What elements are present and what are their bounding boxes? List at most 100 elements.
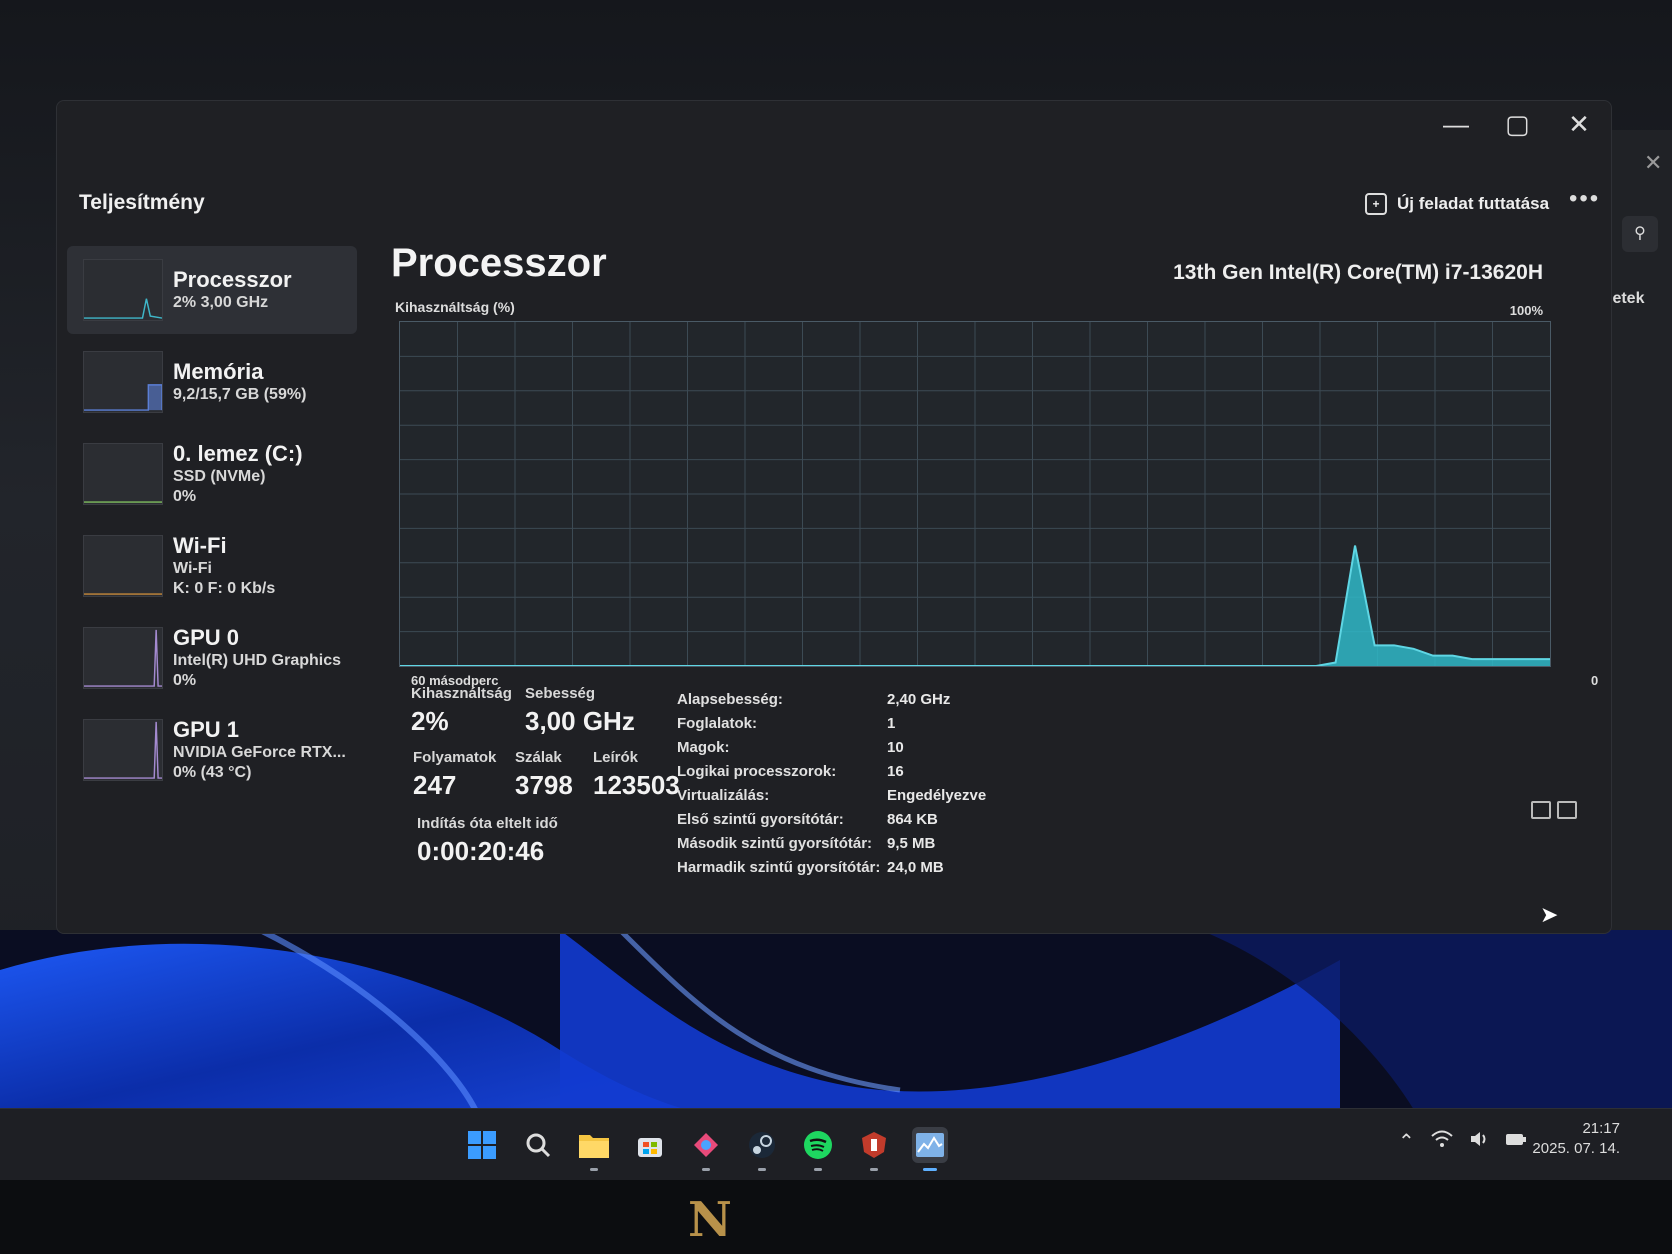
sidebar-thumbnail xyxy=(83,351,163,413)
taskbar-clock[interactable]: 21:17 2025. 07. 14. xyxy=(1530,1119,1620,1159)
sidebar-item-title: Wi-Fi xyxy=(173,533,227,558)
spec-value: 864 KB xyxy=(887,810,938,828)
security-app-icon[interactable] xyxy=(856,1127,892,1171)
minimize-button[interactable]: — xyxy=(1443,109,1469,140)
run-new-task-button[interactable]: + Új feladat futtatása xyxy=(1365,193,1549,215)
background-window-label: letek xyxy=(1608,290,1645,307)
task-manager-taskbar-icon[interactable] xyxy=(912,1127,948,1171)
cpu-model-name: 13th Gen Intel(R) Core(TM) i7-13620H xyxy=(1173,261,1543,284)
sidebar-thumbnail xyxy=(83,719,163,781)
sidebar-item-detail: 0% xyxy=(173,672,197,689)
usage-stat: Kihasználtság 2% xyxy=(411,685,512,737)
sidebar-sparkline xyxy=(84,298,162,319)
spec-row: Foglalatok: 1 xyxy=(677,711,986,735)
spec-value: 2,40 GHz xyxy=(887,690,951,708)
spec-row: Magok: 10 xyxy=(677,735,986,759)
spec-key: Foglalatok: xyxy=(677,714,758,732)
sidebar-item-title: Memória xyxy=(173,359,264,384)
sidebar-item-detail: Wi-Fi xyxy=(173,560,212,577)
sidebar-item-2[interactable]: 0. lemez (C:) SSD (NVMe) 0% xyxy=(67,430,357,518)
cpu-usage-graph xyxy=(399,321,1551,667)
sidebar-item-detail: SSD (NVMe) xyxy=(173,468,266,485)
sidebar-item-4[interactable]: GPU 0 Intel(R) UHD Graphics 0% xyxy=(67,614,357,702)
clock-date: 2025. 07. 14. xyxy=(1532,1140,1620,1157)
spec-key: Második szintű gyorsítótár: xyxy=(677,834,873,852)
sidebar-sparkline xyxy=(84,629,162,687)
threads-stat: Szálak 3798 xyxy=(515,749,573,801)
sidebar-item-title: GPU 0 xyxy=(173,625,240,650)
steam-icon[interactable] xyxy=(744,1127,780,1171)
sidebar-item-0[interactable]: Processzor 2% 3,00 GHz xyxy=(67,246,357,334)
sidebar-thumbnail xyxy=(83,443,163,505)
monitor-bezel xyxy=(0,1180,1672,1254)
sidebar-sparkline xyxy=(84,384,162,411)
sidebar-item-detail: 9,2/15,7 GB (59%) xyxy=(173,386,307,403)
handles-stat: Leírók 123503 xyxy=(593,749,680,801)
processes-label: Folyamatok xyxy=(413,749,497,766)
sidebar-item-title: 0. lemez (C:) xyxy=(173,441,303,466)
taskbar-apps xyxy=(464,1127,948,1171)
page-title: Teljesítmény xyxy=(79,191,205,214)
store-icon[interactable] xyxy=(632,1127,668,1163)
spec-key: Harmadik szintű gyorsítótár: xyxy=(677,858,881,876)
background-window-search-icon[interactable]: ⚲ xyxy=(1622,216,1658,252)
speed-value: 3,00 GHz xyxy=(525,706,635,736)
sidebar-thumbnail xyxy=(83,259,163,321)
spotify-icon[interactable] xyxy=(800,1127,836,1171)
graph-max-label: 100% xyxy=(1509,303,1543,318)
sidebar-item-text: Processzor 2% 3,00 GHz xyxy=(173,267,292,313)
spec-row: Alapsebesség: 2,40 GHz xyxy=(677,687,986,711)
sidebar-item-1[interactable]: Memória 9,2/15,7 GB (59%) xyxy=(67,338,357,426)
mouse-cursor-icon: ➤ xyxy=(1540,902,1559,927)
spec-value: 9,5 MB xyxy=(887,834,936,852)
game-launcher-icon[interactable] xyxy=(688,1127,724,1171)
background-window-close-icon[interactable]: ✕ xyxy=(1644,150,1662,176)
processes-stat: Folyamatok 247 xyxy=(413,749,496,801)
sidebar-item-5[interactable]: GPU 1 NVIDIA GeForce RTX... 0% (43 °C) xyxy=(67,706,357,794)
processes-value: 247 xyxy=(413,770,457,800)
sidebar-item-text: Wi-Fi Wi-Fi K: 0 F: 0 Kb/s xyxy=(173,533,275,599)
maximize-button[interactable]: ▢ xyxy=(1505,109,1530,140)
sidebar-item-detail: 0% xyxy=(173,488,197,505)
sidebar-item-detail: 0% (43 °C) xyxy=(173,764,252,781)
threads-value: 3798 xyxy=(515,770,573,800)
spec-value: Engedélyezve xyxy=(887,786,987,804)
close-button[interactable]: ✕ xyxy=(1567,109,1591,140)
battery-icon[interactable] xyxy=(1505,1130,1527,1153)
sidebar-sparkline xyxy=(84,721,162,779)
spec-row: Első szintű gyorsítótár: 864 KB xyxy=(677,807,986,831)
speed-label: Sebesség xyxy=(525,685,596,702)
view-toggle xyxy=(1531,801,1577,819)
spec-key: Alapsebesség: xyxy=(677,690,783,708)
sidebar-item-detail: Intel(R) UHD Graphics xyxy=(173,652,342,669)
spec-row: Virtualizálás: Engedélyezve xyxy=(677,783,986,807)
spec-value: 16 xyxy=(887,762,904,780)
sidebar-item-title: Processzor xyxy=(173,267,292,292)
uptime-value: 0:00:20:46 xyxy=(417,836,545,866)
sidebar-item-detail: K: 0 F: 0 Kb/s xyxy=(173,580,276,597)
more-options-button[interactable]: ••• xyxy=(1569,185,1600,213)
start-icon[interactable] xyxy=(464,1127,500,1163)
chevron-up-icon[interactable]: ⌃ xyxy=(1398,1129,1415,1154)
list-view-icon[interactable] xyxy=(1531,801,1551,819)
cpu-specs-list: Alapsebesség: 2,40 GHz Foglalatok: 1 Magok: 1… xyxy=(677,687,986,879)
spec-row: Harmadik szintű gyorsítótár: 24,0 MB xyxy=(677,855,986,879)
laptop-brand-logo: N xyxy=(688,1192,732,1248)
spec-row: Logikai processzorok: 16 xyxy=(677,759,986,783)
clock-time: 21:17 xyxy=(1582,1120,1620,1137)
graph-view-icon[interactable] xyxy=(1557,801,1577,819)
sidebar-item-text: 0. lemez (C:) SSD (NVMe) 0% xyxy=(173,441,303,507)
search-icon[interactable] xyxy=(520,1127,556,1163)
wifi-icon[interactable] xyxy=(1431,1130,1453,1154)
sidebar-thumbnail xyxy=(83,627,163,689)
sidebar-thumbnail xyxy=(83,535,163,597)
usage-label: Kihasználtság xyxy=(411,685,512,702)
speed-stat: Sebesség 3,00 GHz xyxy=(525,685,635,737)
spec-value: 24,0 MB xyxy=(887,858,944,876)
taskbar: ⌃ 21:17 2025. 07. 14. xyxy=(0,1108,1672,1180)
uptime-label: Indítás óta eltelt idő xyxy=(417,815,558,832)
sidebar-item-3[interactable]: Wi-Fi Wi-Fi K: 0 F: 0 Kb/s xyxy=(67,522,357,610)
window-controls: — ▢ ✕ xyxy=(1443,109,1591,140)
volume-icon[interactable] xyxy=(1469,1130,1489,1154)
file-explorer-icon[interactable] xyxy=(576,1127,612,1171)
